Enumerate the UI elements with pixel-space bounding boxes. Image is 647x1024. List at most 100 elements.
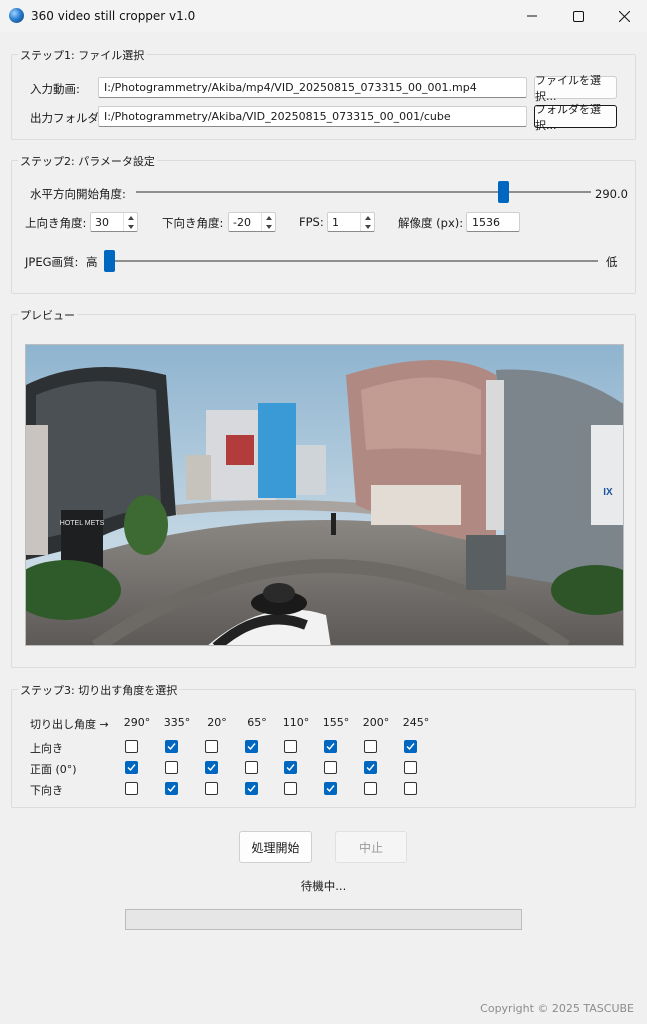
- h-angle-value: 290.0: [595, 187, 628, 201]
- check-icon: [167, 743, 176, 751]
- preview-image: HOTEL METS IX: [25, 344, 624, 646]
- jpeg-slider-track[interactable]: [104, 260, 598, 262]
- spin-up-icon[interactable]: [262, 213, 275, 222]
- maximize-button[interactable]: [555, 0, 601, 32]
- angle-checkbox[interactable]: [284, 740, 297, 753]
- output-folder-label: 出力フォルダ:: [30, 111, 103, 125]
- check-icon: [326, 785, 335, 793]
- down-angle-value: -20: [233, 216, 251, 229]
- angle-checkbox[interactable]: [205, 740, 218, 753]
- check-icon: [247, 743, 256, 751]
- fps-value: 1: [332, 216, 339, 229]
- select-file-button[interactable]: ファイルを選択...: [534, 74, 617, 103]
- spin-arrows: [360, 213, 374, 231]
- angle-header-2: 20°: [207, 716, 227, 729]
- title-bar: 360 video still cropper v1.0: [0, 0, 647, 32]
- h-angle-label: 水平方向開始角度:: [30, 187, 126, 201]
- angle-checkbox[interactable]: [404, 761, 417, 774]
- angle-checkbox[interactable]: [364, 782, 377, 795]
- angle-checkbox[interactable]: [165, 782, 178, 795]
- svg-text:HOTEL METS: HOTEL METS: [60, 520, 105, 527]
- resolution-label: 解像度 (px):: [398, 216, 464, 230]
- angle-checkbox[interactable]: [125, 761, 138, 774]
- spin-down-icon[interactable]: [361, 222, 374, 231]
- angle-header-4: 110°: [282, 716, 310, 729]
- jpeg-high-label: 高: [86, 255, 98, 269]
- spin-down-icon[interactable]: [124, 222, 137, 231]
- fps-label: FPS:: [299, 215, 324, 229]
- angle-checkbox[interactable]: [245, 740, 258, 753]
- row-label-0: 上向き: [30, 742, 63, 755]
- angle-header-6: 200°: [362, 716, 390, 729]
- spin-up-icon[interactable]: [124, 213, 137, 222]
- step2-title: ステップ2: パラメータ設定: [18, 153, 157, 169]
- h-angle-slider-thumb[interactable]: [497, 181, 509, 203]
- up-angle-label: 上向き角度:: [25, 216, 87, 230]
- jpeg-low-label: 低: [606, 255, 618, 269]
- angle-checkbox[interactable]: [324, 740, 337, 753]
- minimize-icon: [527, 15, 537, 17]
- row-label-2: 下向き: [30, 784, 63, 797]
- spin-up-icon[interactable]: [361, 213, 374, 222]
- up-angle-value: 30: [95, 216, 109, 229]
- input-video-label: 入力動画:: [30, 82, 80, 96]
- hotel-sign: HOTEL METS: [60, 520, 105, 527]
- angle-header-7: 245°: [402, 716, 430, 729]
- row-label-1: 正面 (0°): [30, 763, 77, 776]
- up-angle-spinbox[interactable]: 30: [90, 212, 138, 232]
- angle-checkbox[interactable]: [205, 761, 218, 774]
- check-icon: [167, 785, 176, 793]
- angle-checkbox[interactable]: [245, 761, 258, 774]
- step3-title: ステップ3: 切り出す角度を選択: [18, 682, 180, 698]
- store-sign: IX: [603, 487, 613, 498]
- close-icon: [618, 10, 630, 22]
- spin-arrows: [123, 213, 137, 231]
- fps-spinbox[interactable]: 1: [327, 212, 375, 232]
- start-button[interactable]: 処理開始: [239, 831, 312, 863]
- angle-header-5: 155°: [322, 716, 350, 729]
- status-text: 待機中...: [300, 879, 347, 893]
- angle-checkbox[interactable]: [364, 740, 377, 753]
- input-video-field[interactable]: I:/Photogrammetry/Akiba/mp4/VID_20250815…: [98, 77, 527, 98]
- angle-checkbox[interactable]: [165, 740, 178, 753]
- close-button[interactable]: [601, 0, 647, 32]
- check-icon: [326, 743, 335, 751]
- angle-header-label: 切り出し角度 →: [30, 718, 109, 731]
- angle-checkbox[interactable]: [125, 782, 138, 795]
- stop-button[interactable]: 中止: [335, 831, 407, 863]
- angle-checkbox[interactable]: [205, 782, 218, 795]
- window-title: 360 video still cropper v1.0: [31, 9, 196, 23]
- minimize-button[interactable]: [509, 0, 555, 32]
- check-icon: [286, 764, 295, 772]
- angle-checkbox[interactable]: [284, 782, 297, 795]
- angle-checkbox[interactable]: [364, 761, 377, 774]
- check-icon: [207, 764, 216, 772]
- angle-checkbox[interactable]: [245, 782, 258, 795]
- app-globe-icon: [9, 8, 24, 23]
- spin-arrows: [261, 213, 275, 231]
- check-icon: [406, 743, 415, 751]
- step1-title: ステップ1: ファイル選択: [18, 47, 147, 63]
- h-angle-slider-track[interactable]: [136, 191, 591, 193]
- progress-bar: [125, 909, 522, 930]
- jpeg-quality-label: JPEG画質:: [25, 255, 79, 269]
- spin-down-icon[interactable]: [262, 222, 275, 231]
- angle-checkbox[interactable]: [125, 740, 138, 753]
- angle-header-0: 290°: [123, 716, 151, 729]
- jpeg-slider-thumb[interactable]: [104, 250, 115, 272]
- angle-checkbox[interactable]: [404, 740, 417, 753]
- angle-checkbox[interactable]: [324, 761, 337, 774]
- angle-header-1: 335°: [163, 716, 191, 729]
- panorama-preview: HOTEL METS IX: [26, 345, 623, 645]
- angle-checkbox[interactable]: [284, 761, 297, 774]
- angle-checkbox[interactable]: [404, 782, 417, 795]
- check-icon: [366, 764, 375, 772]
- copyright-text: Copyright © 2025 TASCUBE: [480, 1002, 634, 1015]
- select-folder-button[interactable]: フォルダを選択...: [534, 103, 617, 132]
- resolution-field[interactable]: 1536: [466, 212, 520, 232]
- svg-text:IX: IX: [603, 487, 613, 498]
- angle-checkbox[interactable]: [324, 782, 337, 795]
- output-folder-field[interactable]: I:/Photogrammetry/Akiba/VID_20250815_073…: [98, 106, 527, 127]
- angle-checkbox[interactable]: [165, 761, 178, 774]
- down-angle-spinbox[interactable]: -20: [228, 212, 276, 232]
